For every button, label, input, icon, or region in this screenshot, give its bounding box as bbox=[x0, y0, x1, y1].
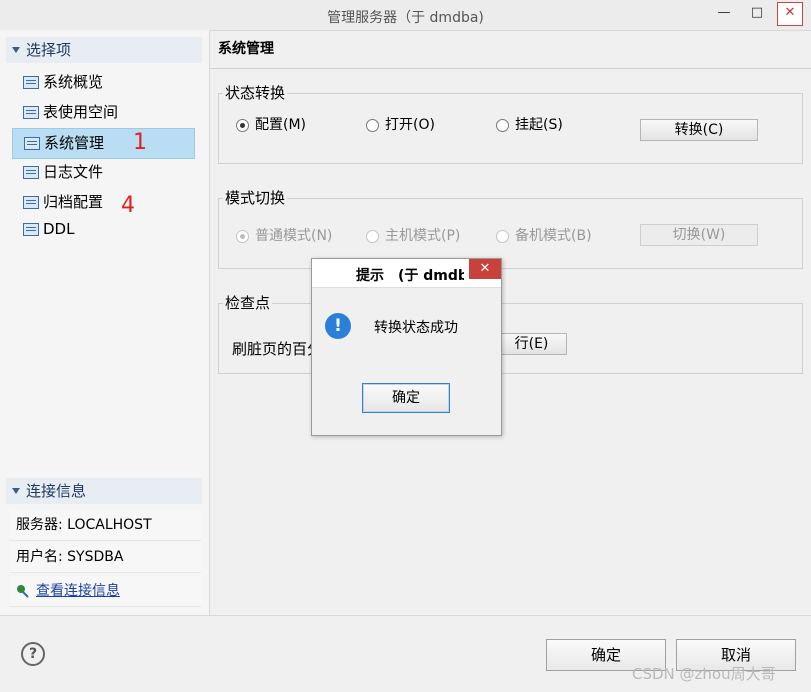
watermark: CSDN @zhou周大哥 bbox=[632, 665, 776, 683]
view-connection-link[interactable]: 查看连接信息 bbox=[36, 583, 120, 599]
sidebar-item-label: 表使用空间 bbox=[43, 103, 119, 121]
dialog-message: 转换状态成功 bbox=[374, 320, 458, 336]
table-icon bbox=[24, 137, 40, 150]
radio-config[interactable]: 配置(M) bbox=[236, 116, 306, 134]
collapse-triangle-icon bbox=[12, 46, 20, 53]
switch-button[interactable]: 切换(W) bbox=[640, 224, 758, 246]
prompt-dialog: 提示 (于 dmdb ✕ ! 转换状态成功 确定 bbox=[311, 258, 502, 436]
radio-label: 主机模式(P) bbox=[385, 228, 461, 244]
group-label: 状态转换 bbox=[223, 82, 288, 103]
radio-circle bbox=[366, 229, 379, 243]
divider bbox=[210, 68, 811, 69]
dialog-ok-button[interactable]: 确定 bbox=[362, 383, 450, 413]
minimize-button[interactable]: — bbox=[711, 2, 737, 26]
window-title: 管理服务器（于 dmdba) bbox=[327, 10, 484, 26]
user-info: 用户名: SYSDBA bbox=[10, 542, 201, 573]
server-info: 服务器: LOCALHOST bbox=[10, 510, 201, 541]
checkpoint-group: 检查点 刷脏页的百分 行(E) bbox=[218, 292, 803, 374]
connection-header-label: 连接信息 bbox=[26, 482, 87, 500]
collapse-triangle-icon bbox=[12, 487, 20, 494]
sidebar-item-label: DDL bbox=[43, 220, 75, 238]
table-icon bbox=[23, 166, 39, 179]
radio-label: 配置(M) bbox=[255, 117, 307, 133]
connection-icon bbox=[17, 585, 29, 598]
radio-label: 备机模式(B) bbox=[515, 228, 592, 244]
group-label: 检查点 bbox=[223, 292, 273, 313]
sidebar-item-system-management[interactable]: 系统管理 bbox=[12, 128, 195, 159]
radio-open[interactable]: 打开(O) bbox=[366, 116, 435, 134]
sidebar: 选择项 系统概览 表使用空间 系统管理 日志文件 归档配置 DDL 连接信息 服… bbox=[0, 30, 210, 615]
page-title: 系统管理 bbox=[218, 41, 274, 57]
radio-label: 挂起(S) bbox=[515, 117, 563, 133]
sidebar-item-log-files[interactable]: 日志文件 bbox=[12, 158, 195, 187]
execute-button[interactable]: 行(E) bbox=[496, 333, 567, 355]
group-label: 模式切换 bbox=[223, 187, 288, 208]
radio-label: 打开(O) bbox=[385, 117, 435, 133]
options-section-header[interactable]: 选择项 bbox=[6, 37, 202, 63]
radio-circle bbox=[236, 118, 249, 132]
options-header-label: 选择项 bbox=[26, 41, 72, 59]
sidebar-item-table-space[interactable]: 表使用空间 bbox=[12, 98, 195, 127]
sidebar-item-label: 系统概览 bbox=[43, 73, 104, 91]
sidebar-item-archive-config[interactable]: 归档配置 bbox=[12, 188, 195, 217]
state-conversion-group: 状态转换 配置(M) 打开(O) 挂起(S) 转换(C) bbox=[218, 82, 803, 164]
radio-suspend[interactable]: 挂起(S) bbox=[496, 116, 563, 134]
sidebar-item-label: 日志文件 bbox=[43, 163, 104, 181]
main-content: 系统管理 状态转换 配置(M) 打开(O) 挂起(S) 转换(C) 模式切换 普… bbox=[210, 30, 811, 615]
table-icon bbox=[23, 76, 39, 89]
dialog-close-button[interactable]: ✕ bbox=[469, 259, 501, 279]
info-icon: ! bbox=[325, 313, 351, 339]
table-icon bbox=[23, 196, 39, 209]
maximize-button[interactable]: □ bbox=[744, 2, 770, 26]
table-icon bbox=[23, 223, 39, 236]
sidebar-item-ddl[interactable]: DDL bbox=[12, 215, 195, 244]
radio-circle bbox=[236, 229, 249, 243]
radio-circle bbox=[366, 118, 379, 132]
window-titlebar: 管理服务器（于 dmdba) — □ ✕ bbox=[0, 0, 811, 31]
dialog-titlebar: 提示 (于 dmdb ✕ bbox=[312, 259, 501, 288]
close-button[interactable]: ✕ bbox=[777, 2, 803, 26]
footer-divider bbox=[0, 615, 811, 616]
radio-normal-mode[interactable]: 普通模式(N) bbox=[236, 227, 332, 245]
radio-circle bbox=[496, 118, 509, 132]
sidebar-item-label: 系统管理 bbox=[44, 134, 105, 152]
mode-switch-group: 模式切换 普通模式(N) 主机模式(P) 备机模式(B) 切换(W) bbox=[218, 187, 803, 269]
sidebar-item-overview[interactable]: 系统概览 bbox=[12, 68, 195, 97]
dialog-title: 提示 (于 dmdb bbox=[356, 268, 464, 284]
table-icon bbox=[23, 106, 39, 119]
dirty-page-percent-label: 刷脏页的百分 bbox=[232, 340, 323, 358]
view-connection-row: 查看连接信息 bbox=[10, 576, 201, 607]
radio-label: 普通模式(N) bbox=[255, 228, 333, 244]
sidebar-item-label: 归档配置 bbox=[43, 193, 104, 211]
help-icon[interactable]: ? bbox=[21, 642, 45, 666]
radio-primary-mode[interactable]: 主机模式(P) bbox=[366, 227, 460, 245]
radio-standby-mode[interactable]: 备机模式(B) bbox=[496, 227, 592, 245]
convert-button[interactable]: 转换(C) bbox=[640, 119, 758, 141]
connection-section-header[interactable]: 连接信息 bbox=[6, 478, 202, 504]
annotation-marker: 1 bbox=[133, 130, 147, 155]
annotation-marker: 4 bbox=[121, 193, 135, 218]
radio-circle bbox=[496, 229, 509, 243]
